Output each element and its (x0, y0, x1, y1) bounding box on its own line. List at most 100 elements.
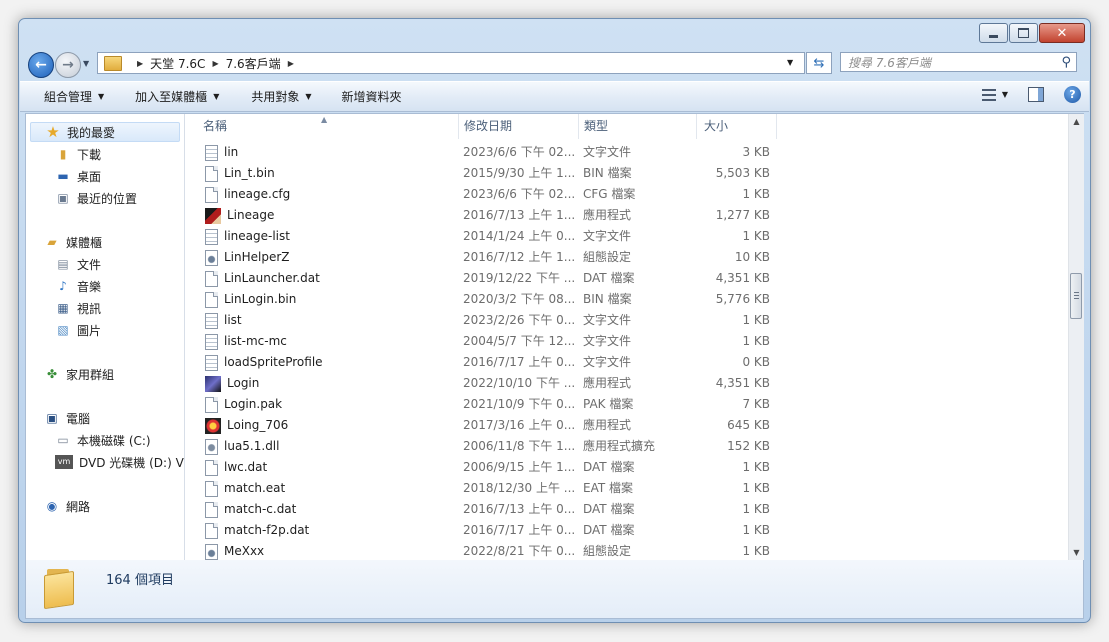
file-name-cell[interactable]: match-f2p.dat (205, 520, 455, 541)
file-date: 2016/7/12 上午 1... (463, 250, 575, 264)
nav-recent-places[interactable]: ▣ 最近的位置 (55, 188, 137, 208)
command-bar: 組合管理 ▼ 加入至媒體櫃 ▼ 共用對象 ▼ 新增資料夾 ▼ ? (20, 81, 1089, 112)
address-history-dropdown[interactable]: ▼ (787, 58, 793, 67)
file-name-cell[interactable]: LinHelperZ (205, 247, 455, 268)
nav-favorites[interactable]: ★ 我的最愛 (30, 122, 180, 142)
nav-homegroup[interactable]: ✤ 家用群組 (44, 364, 114, 384)
nav-dvd-drive[interactable]: vm DVD 光碟機 (D:) VM (55, 452, 184, 472)
file-row[interactable]: lineage-list 2014/1/24 上午 0... 文字文件 1 KB (185, 226, 1068, 247)
file-name-cell[interactable]: lua5.1.dll (205, 436, 455, 457)
chevron-right-icon[interactable]: ▶ (288, 59, 294, 68)
close-button[interactable]: ✕ (1039, 23, 1085, 43)
change-view-icon[interactable] (981, 88, 996, 101)
file-name-cell[interactable]: Login (205, 373, 455, 394)
file-name-cell[interactable]: list (205, 310, 455, 331)
file-name-cell[interactable]: MeXxx (205, 541, 455, 560)
file-name-cell[interactable]: match-c.dat (205, 499, 455, 520)
chevron-right-icon[interactable]: ▶ (212, 59, 218, 68)
file-row[interactable]: Lin_t.bin 2015/9/30 上午 1... BIN 檔案 5,503 KB (185, 163, 1068, 184)
column-label: 大小 (704, 119, 729, 133)
file-row[interactable]: lwc.dat 2006/9/15 上午 1... DAT 檔案 1 KB (185, 457, 1068, 478)
new-folder-button[interactable]: 新增資料夾 (342, 88, 402, 105)
chevron-down-icon: ▼ (305, 92, 312, 101)
file-name-cell[interactable]: lineage.cfg (205, 184, 455, 205)
nav-videos[interactable]: ▦ 視訊 (55, 298, 101, 318)
organize-button[interactable]: 組合管理 ▼ (44, 88, 104, 105)
search-input[interactable]: 搜尋 7.6客戶端 (848, 54, 931, 71)
file-name-cell[interactable]: lin (205, 142, 455, 163)
file-name-cell[interactable]: Login.pak (205, 394, 455, 415)
search-box[interactable]: 搜尋 7.6客戶端 ⚲ (840, 52, 1077, 72)
nav-libraries[interactable]: ▰ 媒體櫃 (44, 232, 102, 252)
file-row[interactable]: lineage.cfg 2023/6/6 下午 02... CFG 檔案 1 KB (185, 184, 1068, 205)
preview-pane-icon[interactable] (1028, 87, 1044, 102)
file-row[interactable]: match-c.dat 2016/7/13 上午 0... DAT 檔案 1 KB (185, 499, 1068, 520)
file-row[interactable]: match.eat 2018/12/30 上午 ... EAT 檔案 1 KB (185, 478, 1068, 499)
file-name-cell[interactable]: list-mc-mc (205, 331, 455, 352)
file-row[interactable]: list 2023/2/26 下午 0... 文字文件 1 KB (185, 310, 1068, 331)
chevron-down-icon[interactable]: ▼ (1002, 90, 1008, 99)
forward-button[interactable]: → (55, 52, 81, 78)
file-row[interactable]: Login.pak 2021/10/9 下午 0... PAK 檔案 7 KB (185, 394, 1068, 415)
file-row[interactable]: lin 2023/6/6 下午 02... 文字文件 3 KB (185, 142, 1068, 163)
help-icon[interactable]: ? (1064, 86, 1081, 103)
nav-music[interactable]: ♪ 音樂 (55, 276, 101, 296)
refresh-button[interactable]: ⇆ (806, 52, 832, 74)
file-name-cell[interactable]: Lin_t.bin (205, 163, 455, 184)
minimize-button[interactable] (979, 23, 1008, 43)
share-with-button[interactable]: 共用對象 ▼ (251, 88, 311, 105)
nav-computer[interactable]: ▣ 電腦 (44, 408, 90, 428)
scroll-down-arrow-icon[interactable]: ▼ (1069, 545, 1084, 560)
file-date: 2021/10/9 下午 0... (463, 397, 575, 411)
recent-pages-dropdown[interactable]: ▼ (83, 59, 89, 68)
scrollbar-thumb[interactable] (1070, 273, 1082, 319)
nav-local-disk[interactable]: ▭ 本機磁碟 (C:) (55, 430, 151, 450)
file-name-cell[interactable]: loadSpriteProfile (205, 352, 455, 373)
column-header-name[interactable]: ▲ 名稱 (185, 114, 459, 139)
vertical-scrollbar[interactable]: ▲ ▼ (1068, 114, 1084, 560)
file-row[interactable]: Loing_706 2017/3/16 上午 0... 應用程式 645 KB (185, 415, 1068, 436)
file-row[interactable]: MeXxx 2022/8/21 下午 0... 組態設定 1 KB (185, 541, 1068, 560)
file-row[interactable]: LinHelperZ 2016/7/12 上午 1... 組態設定 10 KB (185, 247, 1068, 268)
address-bar[interactable]: ▶ 天堂 7.6C ▶ 7.6客戶端 ▶ (97, 52, 805, 74)
file-name-cell[interactable]: match.eat (205, 478, 455, 499)
file-row[interactable]: loadSpriteProfile 2016/7/17 上午 0... 文字文件 0 … (185, 352, 1068, 373)
nav-documents[interactable]: ▤ 文件 (55, 254, 101, 274)
nav-network[interactable]: ◉ 網路 (44, 496, 90, 516)
chevron-right-icon[interactable]: ▶ (137, 59, 143, 68)
nav-downloads[interactable]: ▮ 下載 (55, 144, 101, 164)
column-header-type[interactable]: 類型 (579, 114, 697, 139)
back-button[interactable]: ← (28, 52, 54, 78)
file-name-cell[interactable]: Lineage (205, 205, 455, 226)
desktop-icon: ▬ (57, 169, 69, 183)
file-name: LinHelperZ (224, 250, 290, 264)
nav-desktop[interactable]: ▬ 桌面 (55, 166, 101, 186)
file-type: DAT 檔案 (583, 460, 635, 474)
file-name-cell[interactable]: LinLauncher.dat (205, 268, 455, 289)
file-row[interactable]: list-mc-mc 2004/5/7 下午 12... 文字文件 1 KB (185, 331, 1068, 352)
file-name-cell[interactable]: LinLogin.bin (205, 289, 455, 310)
file-row[interactable]: lua5.1.dll 2006/11/8 下午 1... 應用程式擴充 152 KB (185, 436, 1068, 457)
file-row[interactable]: match-f2p.dat 2016/7/17 上午 0... DAT 檔案 1 KB (185, 520, 1068, 541)
file-list: ▲ 名稱 修改日期 類型 大小 lin 2023/6/6 下午 02... 文字文件… (185, 114, 1068, 560)
file-row[interactable]: LinLauncher.dat 2019/12/22 下午 ... DAT 檔案 4,… (185, 268, 1068, 289)
column-header-size[interactable]: 大小 (697, 114, 777, 139)
breadcrumb-item[interactable]: 天堂 7.6C (150, 55, 205, 72)
breadcrumb-item[interactable]: 7.6客戶端 (226, 55, 281, 72)
file-name: list-mc-mc (224, 334, 287, 348)
file-row[interactable]: LinLogin.bin 2020/3/2 下午 08... BIN 檔案 5,776… (185, 289, 1068, 310)
file-row[interactable]: Login 2022/10/10 下午 ... 應用程式 4,351 KB (185, 373, 1068, 394)
nav-label: 本機磁碟 (C:) (77, 433, 151, 448)
include-in-library-button[interactable]: 加入至媒體櫃 ▼ (135, 88, 219, 105)
file-name-cell[interactable]: Loing_706 (205, 415, 455, 436)
search-icon[interactable]: ⚲ (1061, 55, 1071, 70)
file-name-cell[interactable]: lwc.dat (205, 457, 455, 478)
file-name-cell[interactable]: lineage-list (205, 226, 455, 247)
maximize-button[interactable] (1009, 23, 1038, 43)
column-header-date[interactable]: 修改日期 (459, 114, 579, 139)
file-row[interactable]: Lineage 2016/7/13 上午 1... 應用程式 1,277 KB (185, 205, 1068, 226)
scroll-up-arrow-icon[interactable]: ▲ (1069, 114, 1084, 129)
folder-icon (44, 567, 78, 610)
file-date: 2022/10/10 下午 ... (463, 376, 575, 390)
nav-pictures[interactable]: ▧ 圖片 (55, 320, 101, 340)
